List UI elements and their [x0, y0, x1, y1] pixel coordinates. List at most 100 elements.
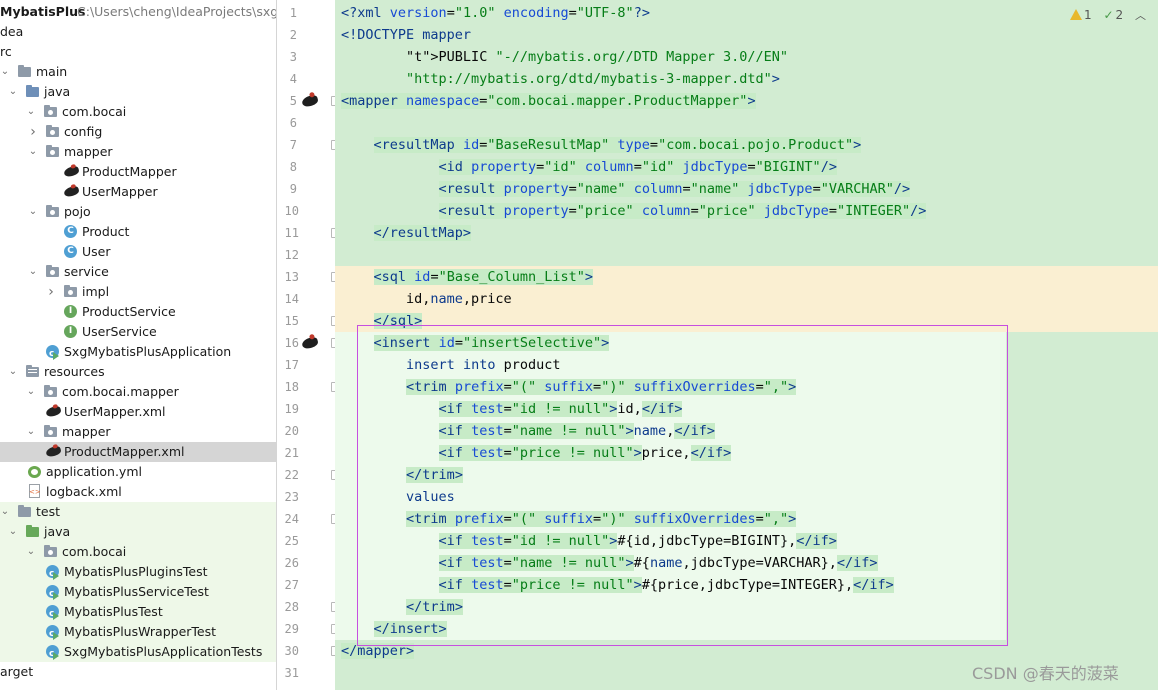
chevron-down-icon[interactable]: ⌄ [26, 542, 36, 562]
chevron-down-icon[interactable]: ⌄ [8, 362, 18, 382]
code-line[interactable]: <if test="name != null">#{name,jdbcType=… [335, 552, 1158, 574]
tree-item[interactable]: ⌄ java [0, 82, 276, 102]
code-line[interactable]: "http://mybatis.org/dtd/mybatis-3-mapper… [335, 68, 1158, 90]
chevron-right-icon[interactable]: › [28, 122, 38, 142]
tree-item[interactable]: ⌄ com.bocai [0, 102, 276, 122]
code-line[interactable]: <sql id="Base_Column_List"> [335, 266, 1158, 288]
test-class-icon [46, 642, 60, 664]
tree-item[interactable]: ⌄ pojo [0, 202, 276, 222]
code-line[interactable]: <insert id="insertSelective"> [335, 332, 1158, 354]
mybatis-icon [45, 402, 62, 422]
line-number: 5 [289, 94, 297, 108]
tree-item[interactable]: ⌄ test [0, 502, 276, 522]
chevron-down-icon[interactable]: ⌄ [8, 522, 18, 542]
tree-item[interactable]: logback.xml [0, 482, 276, 502]
tree-item[interactable]: ⌄ java [0, 522, 276, 542]
code-line[interactable]: </sql> [335, 310, 1158, 332]
code-line[interactable]: </trim> [335, 464, 1158, 486]
tree-item[interactable]: UserMapper [0, 182, 276, 202]
code-line[interactable]: <if test="price != null">price,</if> [335, 442, 1158, 464]
mybatis-navigation-icon[interactable] [300, 90, 320, 112]
code-line[interactable]: <if test="id != null">#{id,jdbcType=BIGI… [335, 530, 1158, 552]
tree-item[interactable]: MybatisPlusTest [0, 602, 276, 624]
interface-icon: I [64, 322, 78, 342]
tree-item[interactable]: I UserService [0, 322, 276, 342]
tree-item[interactable]: I ProductService [0, 302, 276, 322]
tree-item-label: dea [0, 24, 24, 39]
chevron-up-icon[interactable]: ︿ [1135, 9, 1146, 22]
chevron-down-icon[interactable]: ⌄ [0, 62, 10, 82]
code-text: id,name,price [341, 291, 512, 307]
folder-icon [18, 62, 32, 82]
tree-item[interactable]: MybatisPlusServiceTest [0, 582, 276, 604]
tree-item[interactable]: application.yml [0, 462, 276, 482]
chevron-down-icon[interactable]: ⌄ [28, 202, 38, 222]
code-line[interactable]: </mapper> [335, 640, 1158, 662]
tree-item[interactable]: ⌄ service [0, 262, 276, 282]
tree-item-label: config [64, 124, 103, 139]
code-editor[interactable]: <?xml version="1.0" encoding="UTF-8"?> <!… [335, 0, 1158, 690]
tree-item[interactable]: ⌄ com.bocai.mapper [0, 382, 276, 402]
chevron-down-icon[interactable]: ⌄ [28, 262, 38, 282]
tree-item[interactable]: C Product [0, 222, 276, 242]
code-line[interactable]: id,name,price [335, 288, 1158, 310]
code-line[interactable]: <result property="name" column="name" jd… [335, 178, 1158, 200]
code-line[interactable]: <if test="name != null">name,</if> [335, 420, 1158, 442]
check-icon: ✓ [1103, 8, 1114, 22]
tree-item[interactable]: ProductMapper [0, 162, 276, 182]
tree-item-label: MybatisPlusWrapperTest [64, 624, 217, 639]
tree-item[interactable]: SxgMybatisPlusApplication [0, 342, 276, 364]
code-line[interactable]: <resultMap id="BaseResultMap" type="com.… [335, 134, 1158, 156]
inspection-widget[interactable]: 1 ✓ 2 ︿ [1070, 4, 1146, 26]
chevron-down-icon[interactable]: ⌄ [28, 142, 38, 162]
code-line[interactable]: values [335, 486, 1158, 508]
code-line[interactable] [335, 112, 1158, 134]
tree-item[interactable]: ⌄ mapper [0, 142, 276, 162]
code-line[interactable]: <result property="price" column="price" … [335, 200, 1158, 222]
project-root-row[interactable]: MybatisPlus C:\Users\cheng\IdeaProjects\… [0, 2, 276, 22]
tree-item[interactable]: › impl [0, 282, 276, 302]
tree-item-label: com.bocai.mapper [62, 384, 179, 399]
tree-item[interactable]: ⌄ main [0, 62, 276, 82]
line-number: 14 [284, 292, 299, 306]
tree-item[interactable]: MybatisPlusPluginsTest [0, 562, 276, 584]
code-line[interactable]: <if test="price != null">#{price,jdbcTyp… [335, 574, 1158, 596]
tree-item[interactable]: dea [0, 22, 276, 42]
code-line[interactable]: "t">PUBLIC "-//mybatis.org//DTD Mapper 3… [335, 46, 1158, 68]
code-line[interactable]: insert into product [335, 354, 1158, 376]
chevron-down-icon[interactable]: ⌄ [0, 502, 10, 522]
mybatis-navigation-icon[interactable] [300, 332, 320, 354]
tree-item-label: UserService [82, 324, 157, 339]
code-line[interactable]: <trim prefix="(" suffix=")" suffixOverri… [335, 508, 1158, 530]
code-line[interactable]: <id property="id" column="id" jdbcType="… [335, 156, 1158, 178]
code-line[interactable]: <!DOCTYPE mapper [335, 24, 1158, 46]
xml-file-icon [28, 482, 42, 502]
tree-item[interactable]: MybatisPlusWrapperTest [0, 622, 276, 644]
chevron-down-icon[interactable]: ⌄ [26, 422, 36, 442]
code-line[interactable] [335, 244, 1158, 266]
tree-item[interactable]: SxgMybatisPlusApplicationTests [0, 642, 276, 664]
code-line[interactable]: <?xml version="1.0" encoding="UTF-8"?> [335, 2, 1158, 24]
code-line[interactable]: </trim> [335, 596, 1158, 618]
tree-item[interactable]: ⌄ com.bocai [0, 542, 276, 562]
tree-item[interactable]: C User [0, 242, 276, 262]
code-line[interactable]: <mapper namespace="com.bocai.mapper.Prod… [335, 90, 1158, 112]
chevron-down-icon[interactable]: ⌄ [8, 82, 18, 102]
tree-item[interactable]: arget [0, 662, 276, 682]
tree-item[interactable]: › config [0, 122, 276, 142]
tree-item-label: MybatisPlusPluginsTest [64, 564, 208, 579]
code-line[interactable]: </resultMap> [335, 222, 1158, 244]
tree-item[interactable]: UserMapper.xml [0, 402, 276, 422]
tree-item[interactable]: ⌄ mapper [0, 422, 276, 442]
code-line[interactable]: <trim prefix="(" suffix=")" suffixOverri… [335, 376, 1158, 398]
tree-item[interactable]: ⌄ resources [0, 362, 276, 382]
tree-item[interactable]: rc [0, 42, 276, 62]
tree-item[interactable]: ProductMapper.xml [0, 442, 276, 462]
tree-item-label: ProductService [82, 304, 176, 319]
chevron-down-icon[interactable]: ⌄ [26, 102, 36, 122]
chevron-down-icon[interactable]: ⌄ [26, 382, 36, 402]
code-text: <resultMap id="BaseResultMap" type="com.… [373, 137, 862, 153]
code-line[interactable]: </insert> [335, 618, 1158, 640]
chevron-right-icon[interactable]: › [46, 282, 56, 302]
code-line[interactable]: <if test="id != null">id,</if> [335, 398, 1158, 420]
